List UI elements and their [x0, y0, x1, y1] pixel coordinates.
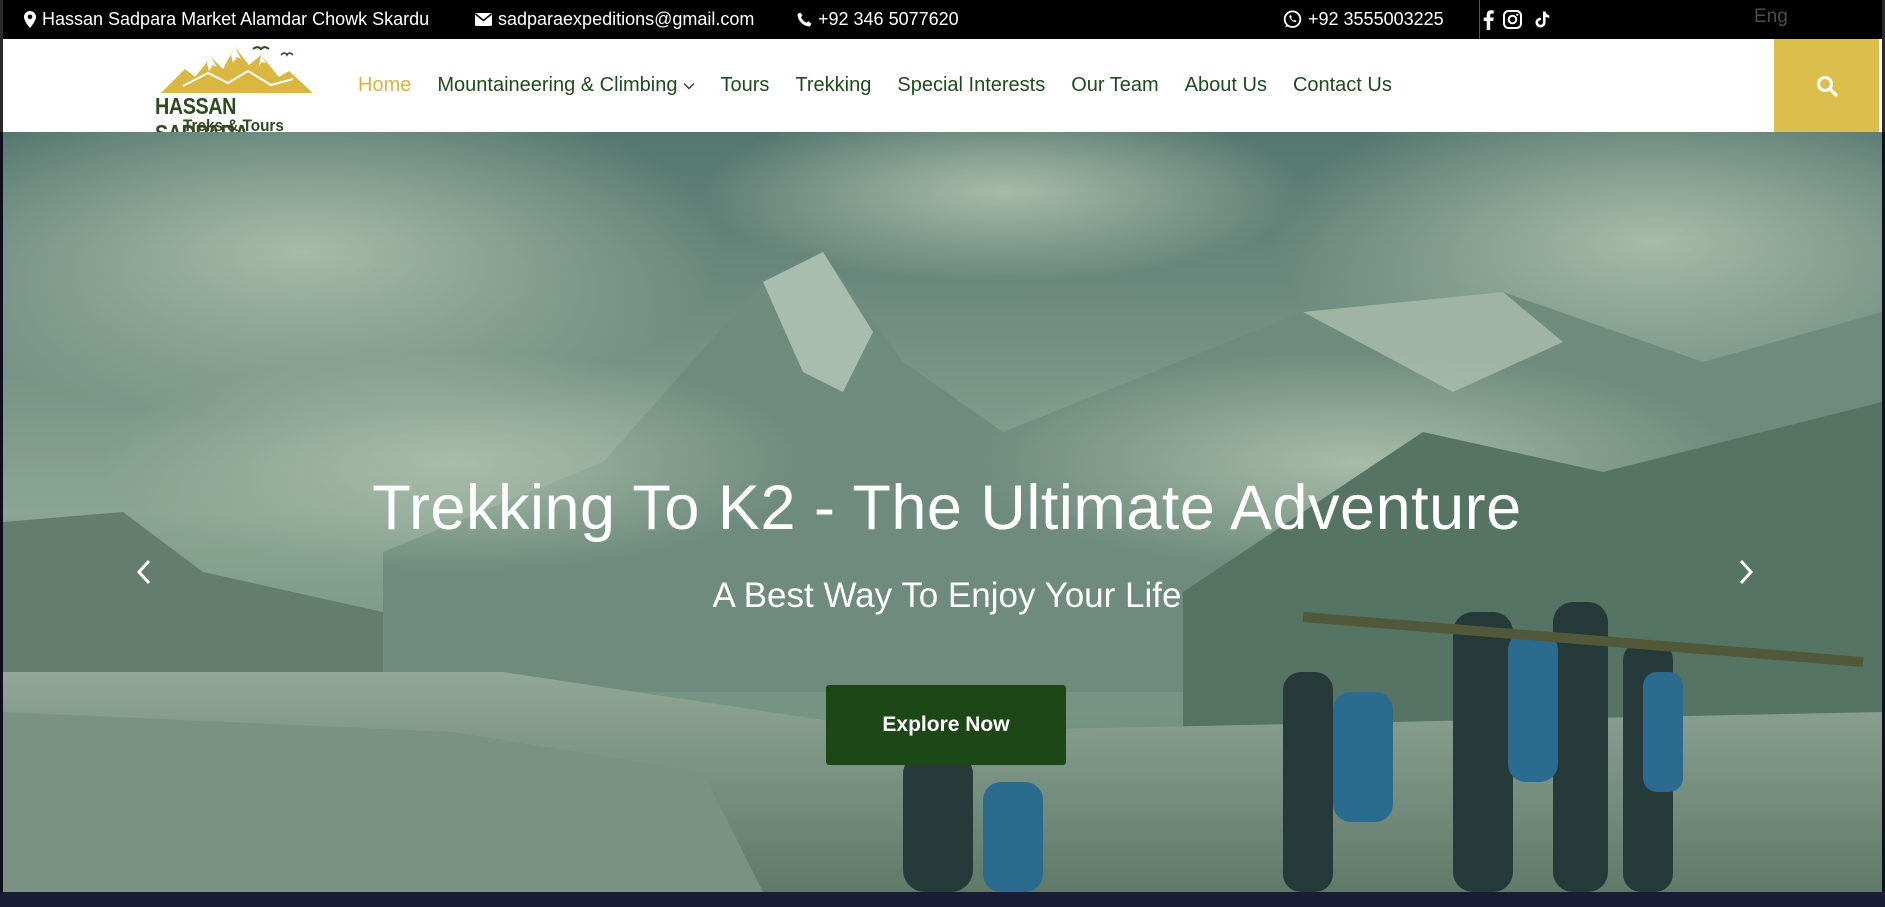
nav-tours[interactable]: Tours — [721, 74, 770, 97]
logo[interactable]: HASSAN SADPARA Treks & Tours — [153, 41, 323, 146]
search-icon — [1816, 75, 1838, 97]
search-button[interactable] — [1774, 39, 1879, 132]
tiktok-icon[interactable] — [1535, 11, 1550, 28]
envelope-icon — [475, 13, 492, 26]
main-nav: HASSAN SADPARA Treks & Tours Home Mounta… — [0, 39, 1885, 146]
logo-mountain-icon — [161, 46, 313, 93]
nav-our-team[interactable]: Our Team — [1071, 74, 1158, 97]
nav-contact-us[interactable]: Contact Us — [1293, 74, 1392, 97]
nav-home[interactable]: Home — [358, 74, 411, 97]
hero-subtitle: A Best Way To Enjoy Your Life — [712, 576, 1182, 615]
address: Hassan Sadpara Market Alamdar Chowk Skar… — [24, 0, 429, 39]
phone-link[interactable]: +92 346 5077620 — [797, 0, 959, 39]
whatsapp-icon — [1283, 10, 1302, 28]
whatsapp-text: +92 3555003225 — [1308, 9, 1444, 29]
chevron-down-icon — [683, 82, 694, 89]
divider — [1479, 0, 1480, 39]
phone-icon — [797, 12, 812, 27]
email-link[interactable]: sadparaexpeditions@gmail.com — [475, 0, 754, 39]
language-selector[interactable]: Eng — [1754, 6, 1788, 28]
phone-text: +92 346 5077620 — [818, 9, 959, 29]
window-bottom-edge — [0, 892, 1885, 907]
nav-mountaineering[interactable]: Mountaineering & Climbing — [437, 74, 694, 97]
facebook-icon[interactable] — [1483, 9, 1494, 30]
nav-links: Home Mountaineering & Climbing Tours Tre… — [358, 39, 1418, 132]
explore-now-button[interactable]: Explore Now — [826, 685, 1066, 765]
social-icons — [1483, 0, 1550, 39]
instagram-icon[interactable] — [1503, 10, 1522, 29]
whatsapp-link[interactable]: +92 3555003225 — [1283, 0, 1444, 39]
email-text: sadparaexpeditions@gmail.com — [498, 9, 755, 29]
hero-slider: Trekking To K2 - The Ultimate Adventure … — [3, 132, 1882, 892]
nav-mountaineering-label: Mountaineering & Climbing — [437, 74, 678, 96]
nav-trekking[interactable]: Trekking — [795, 74, 871, 97]
top-bar: Hassan Sadpara Market Alamdar Chowk Skar… — [0, 0, 1885, 39]
nav-about-us[interactable]: About Us — [1185, 74, 1267, 97]
nav-special-interests[interactable]: Special Interests — [897, 74, 1045, 97]
hero-title: Trekking To K2 - The Ultimate Adventure — [372, 473, 1522, 543]
address-text: Hassan Sadpara Market Alamdar Chowk Skar… — [42, 9, 430, 29]
map-marker-icon — [24, 11, 36, 28]
